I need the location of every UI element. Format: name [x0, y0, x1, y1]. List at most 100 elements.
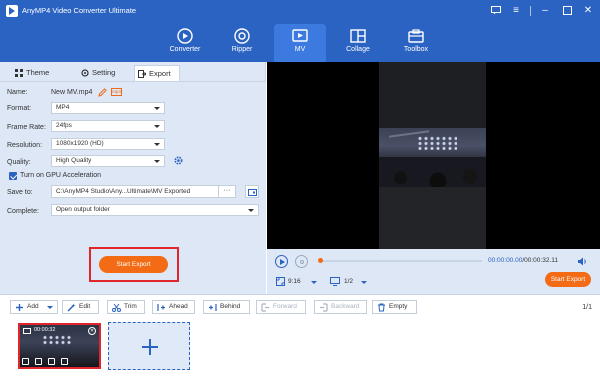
- tab-ripper[interactable]: Ripper: [216, 24, 268, 62]
- edit-toolbar: Add Edit Trim Ahead Behind Forward Backw…: [0, 295, 600, 320]
- resolution-dropdown[interactable]: 1080x1920 (HD): [51, 138, 165, 150]
- aspect-ratio-value[interactable]: 9:16: [288, 278, 301, 285]
- tab-mv-label: MV: [294, 46, 306, 53]
- forward-button-label: Forward: [273, 303, 297, 310]
- preview-frame: [379, 62, 486, 249]
- forward-icon: [261, 303, 269, 312]
- play-button[interactable]: [275, 255, 288, 268]
- saveto-value: C:\AnyMP4 Studio\Any...Ultimate\MV Expor…: [56, 188, 191, 195]
- scissors-icon: [112, 303, 121, 312]
- subtab-setting-label: Setting: [92, 68, 116, 77]
- quality-label: Quality:: [7, 159, 31, 166]
- progress-handle[interactable]: [318, 258, 323, 263]
- progress-track[interactable]: [320, 260, 482, 262]
- add-button-label: Add: [27, 303, 39, 310]
- edit-button-label: Edit: [79, 303, 91, 310]
- chevron-down-icon: [154, 125, 160, 128]
- menu-icon[interactable]: ≡: [508, 3, 524, 19]
- subtab-setting[interactable]: Setting: [78, 65, 115, 81]
- forward-button[interactable]: Forward: [256, 300, 306, 314]
- preview-bottom-band: [379, 187, 486, 249]
- tab-converter[interactable]: Converter: [159, 24, 211, 62]
- behind-button[interactable]: Behind: [203, 300, 250, 314]
- framerate-dropdown[interactable]: 24fps: [51, 120, 165, 132]
- start-export-button[interactable]: Start Export: [99, 256, 168, 273]
- chevron-down-icon[interactable]: [361, 281, 367, 284]
- format-label: Format:: [7, 105, 32, 112]
- setting-icon: [81, 69, 89, 77]
- trash-icon: [378, 303, 385, 312]
- total-time: /00:00:32.11: [522, 257, 559, 264]
- complete-dropdown-value: Open output folder: [56, 206, 110, 213]
- magic-wand-icon[interactable]: [48, 358, 55, 365]
- clip-stage-lights: [42, 335, 72, 345]
- framerate-label: Frame Rate:: [7, 124, 46, 131]
- current-time: 00:00:00.00: [488, 257, 523, 264]
- zoom-value[interactable]: 1/2: [344, 278, 353, 285]
- timeline-clip[interactable]: 00:00:32 ✕: [18, 323, 101, 369]
- maximize-icon[interactable]: [559, 3, 575, 19]
- clip-tools: [22, 357, 97, 365]
- title-bar: AnyMP4 Video Converter Ultimate ≡ – ✕: [0, 0, 600, 22]
- behind-button-label: Behind: [220, 303, 241, 310]
- tab-toolbox[interactable]: Toolbox: [390, 24, 442, 62]
- empty-button[interactable]: Empty: [372, 300, 417, 314]
- ripper-icon: [234, 28, 250, 44]
- ahead-button-label: Ahead: [169, 303, 188, 310]
- format-dropdown[interactable]: MP4: [51, 102, 165, 114]
- close-icon[interactable]: ✕: [580, 3, 596, 19]
- framerate-dropdown-value: 24fps: [56, 122, 72, 129]
- subtab-theme-label: Theme: [26, 68, 50, 77]
- stop-button[interactable]: [295, 255, 308, 268]
- edit-button[interactable]: Edit: [62, 300, 99, 314]
- chevron-down-icon: [154, 107, 160, 110]
- volume-icon[interactable]: [577, 257, 587, 266]
- trim-button[interactable]: Trim: [107, 300, 145, 314]
- file-extension-icon[interactable]: mp4: [111, 88, 122, 96]
- gpu-label: Turn on GPU Acceleration: [20, 172, 102, 179]
- tab-mv[interactable]: MV: [274, 24, 326, 62]
- quality-dropdown[interactable]: High Quality: [51, 155, 165, 167]
- subtab-export[interactable]: Export: [134, 65, 180, 81]
- gear-icon[interactable]: [173, 155, 184, 166]
- name-label: Name:: [7, 89, 28, 96]
- play-icon[interactable]: [22, 358, 29, 365]
- name-value: New MV.mp4: [51, 89, 93, 96]
- scissors-icon[interactable]: [61, 358, 68, 365]
- insert-ahead-icon: [157, 304, 165, 311]
- gpu-checkbox[interactable]: [9, 172, 17, 180]
- start-export-small-button[interactable]: Start Export: [545, 272, 591, 287]
- add-button[interactable]: Add: [10, 300, 58, 314]
- chevron-down-icon: [154, 160, 160, 163]
- tab-collage[interactable]: Collage: [332, 24, 384, 62]
- backward-button[interactable]: Backward: [314, 300, 367, 314]
- chevron-down-icon[interactable]: [311, 281, 317, 284]
- tab-converter-label: Converter: [169, 46, 201, 53]
- minimize-icon[interactable]: –: [537, 3, 553, 19]
- pencil-icon[interactable]: [98, 88, 107, 97]
- tab-collage-label: Collage: [346, 46, 370, 53]
- window-controls-divider: [530, 6, 531, 16]
- converter-icon: [177, 28, 193, 44]
- resolution-label: Resolution:: [7, 142, 43, 149]
- magic-wand-icon: [67, 303, 76, 312]
- ahead-button[interactable]: Ahead: [152, 300, 195, 314]
- saveto-label: Save to:: [7, 189, 33, 196]
- subtab-theme[interactable]: Theme: [12, 65, 49, 81]
- preview-video-image: [379, 128, 486, 187]
- volume-icon[interactable]: [35, 358, 42, 365]
- clip-close-icon[interactable]: ✕: [88, 327, 96, 335]
- format-dropdown-value: MP4: [56, 104, 70, 111]
- theme-icon: [15, 69, 23, 77]
- chat-icon[interactable]: [488, 3, 504, 19]
- complete-dropdown[interactable]: Open output folder: [51, 204, 259, 216]
- video-preview: [267, 62, 600, 249]
- clip-duration: 00:00:32: [34, 327, 56, 333]
- quality-dropdown-value: High Quality: [56, 157, 92, 164]
- insert-behind-icon: [209, 304, 217, 311]
- add-clip-slot[interactable]: [108, 322, 190, 370]
- stage-lights: [417, 136, 457, 150]
- open-folder-button[interactable]: [245, 185, 259, 198]
- browse-button[interactable]: ···: [218, 186, 235, 197]
- saveto-field[interactable]: C:\AnyMP4 Studio\Any...Ultimate\MV Expor…: [51, 185, 236, 198]
